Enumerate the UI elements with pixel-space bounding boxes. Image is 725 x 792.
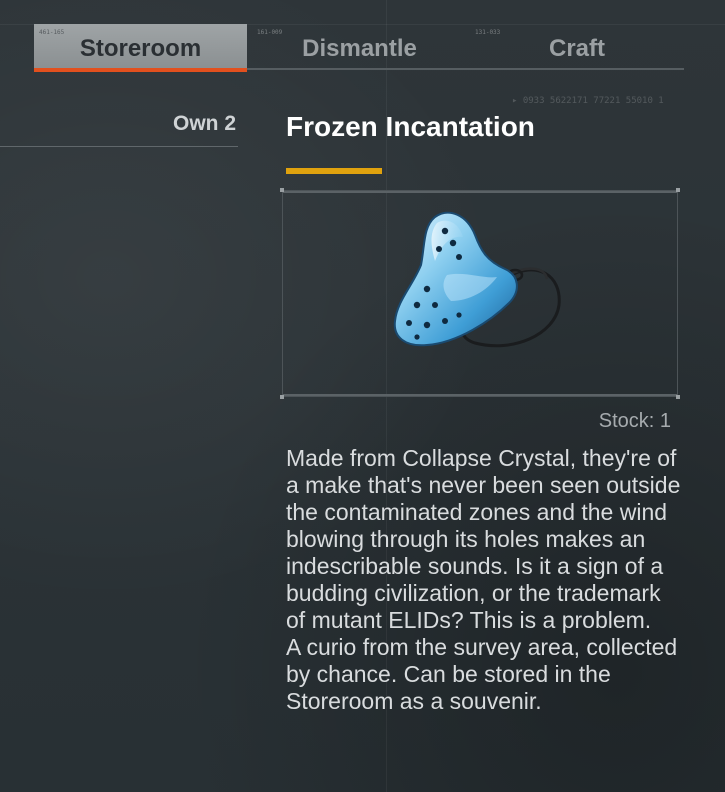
frame-edge — [283, 191, 677, 193]
tab-storeroom[interactable]: 461-165 Storeroom — [34, 24, 247, 70]
tab-label: Craft — [548, 35, 605, 62]
own-count: Own 2 — [172, 112, 236, 135]
ocarina-icon — [393, 211, 561, 348]
tab-bar: 461-165 Storeroom 161-009 Dismantle 131-… — [34, 24, 684, 72]
item-image-frame — [280, 188, 680, 399]
divider — [0, 146, 238, 147]
tab-label: Storeroom — [79, 35, 202, 62]
frame-corner — [280, 395, 284, 399]
stock-count: Stock: 1 — [598, 410, 671, 432]
description-paragraph: Made from Collapse Crystal, they're of a… — [286, 445, 681, 633]
item-title: Frozen Incantation — [286, 111, 535, 142]
frame-corner — [676, 188, 680, 192]
frame-corner — [280, 188, 284, 192]
tab-code: 161-009 — [257, 29, 283, 36]
decorative-code: ▸ 0933 5622171 77221 55010 1 — [512, 96, 664, 106]
title-accent-bar — [286, 168, 382, 174]
active-tab-indicator — [34, 68, 247, 72]
tab-code: 131-033 — [475, 29, 501, 36]
tab-label: Dismantle — [302, 35, 417, 62]
tab-dismantle[interactable]: 161-009 Dismantle — [252, 24, 467, 70]
tab-code: 461-165 — [39, 29, 65, 36]
item-description: Made from Collapse Crystal, they're of a… — [286, 445, 686, 715]
tab-craft[interactable]: 131-033 Craft — [470, 24, 684, 70]
frame-edge — [283, 394, 677, 396]
frame-corner — [676, 395, 680, 399]
description-paragraph: A curio from the survey area, collected … — [286, 634, 678, 714]
